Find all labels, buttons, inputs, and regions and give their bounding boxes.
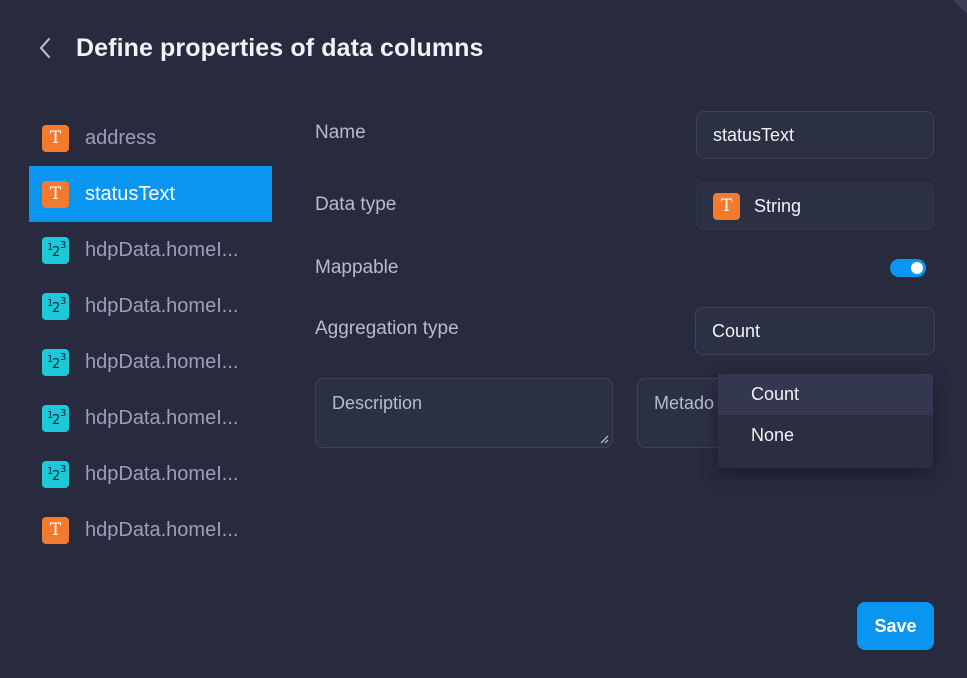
column-label: address	[85, 126, 157, 149]
page-title: Define properties of data columns	[76, 33, 484, 62]
column-label: hdpData.homeI...	[85, 238, 239, 261]
number-type-icon: 123	[42, 236, 69, 264]
name-value: statusText	[713, 124, 795, 145]
text-type-icon: T	[42, 124, 69, 152]
column-label: hdpData.homeI...	[85, 518, 239, 541]
column-item-statustext[interactable]: T statusText	[29, 166, 272, 222]
data-type-label: Data type	[315, 194, 397, 215]
text-type-icon: T	[42, 516, 69, 544]
chevron-left-icon	[40, 38, 50, 58]
description-textarea[interactable]: Description	[315, 378, 613, 448]
column-label: hdpData.homeI...	[85, 462, 239, 485]
aggregation-type-select[interactable]: Count	[695, 307, 935, 355]
column-item-hdpdata-1[interactable]: 123 hdpData.homeI...	[29, 222, 272, 278]
column-list: T address T statusText 123 hdpData.homeI…	[29, 110, 272, 558]
data-type-value: String	[754, 195, 802, 216]
mappable-toggle[interactable]	[890, 259, 926, 277]
name-input[interactable]: statusText	[696, 111, 934, 159]
dialog: Define properties of data columns T addr…	[0, 0, 967, 678]
aggregation-dropdown-menu: Count None	[718, 374, 933, 468]
column-item-hdpdata-5[interactable]: 123 hdpData.homeI...	[29, 446, 272, 502]
column-label: hdpData.homeI...	[85, 406, 239, 429]
column-label: statusText	[85, 182, 176, 205]
number-type-icon: 123	[42, 348, 69, 376]
name-label: Name	[315, 122, 366, 143]
dropdown-option-none[interactable]: None	[718, 415, 933, 456]
header: Define properties of data columns	[38, 30, 484, 66]
column-item-hdpdata-6[interactable]: T hdpData.homeI...	[29, 502, 272, 558]
number-type-icon: 123	[42, 404, 69, 432]
description-placeholder: Description	[332, 393, 423, 413]
aggregation-type-value: Count	[712, 320, 761, 341]
text-type-icon: T	[42, 180, 69, 208]
metadata-placeholder: Metado	[654, 393, 715, 413]
column-item-hdpdata-2[interactable]: 123 hdpData.homeI...	[29, 278, 272, 334]
column-item-hdpdata-4[interactable]: 123 hdpData.homeI...	[29, 390, 272, 446]
column-item-hdpdata-3[interactable]: 123 hdpData.homeI...	[29, 334, 272, 390]
resize-handle-icon[interactable]	[599, 434, 609, 444]
column-label: hdpData.homeI...	[85, 294, 239, 317]
aggregation-type-label: Aggregation type	[315, 318, 459, 339]
column-label: hdpData.homeI...	[85, 350, 239, 373]
mappable-label: Mappable	[315, 257, 399, 278]
back-button[interactable]	[38, 30, 62, 66]
data-type-select[interactable]: T String	[696, 182, 934, 230]
text-type-icon: T	[713, 192, 740, 220]
corner-decoration	[953, 0, 967, 14]
column-item-address[interactable]: T address	[29, 110, 272, 166]
toggle-knob	[911, 262, 923, 274]
save-button[interactable]: Save	[857, 602, 934, 650]
number-type-icon: 123	[42, 460, 69, 488]
dropdown-option-count[interactable]: Count	[718, 374, 933, 415]
number-type-icon: 123	[42, 292, 69, 320]
